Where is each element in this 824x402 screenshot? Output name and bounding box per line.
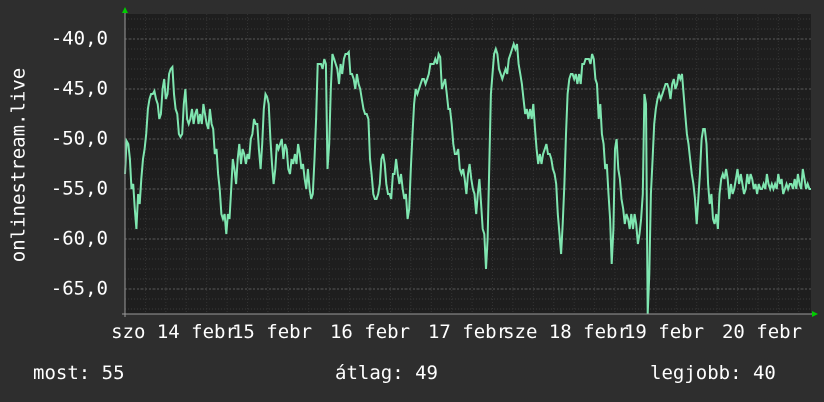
x-tick-label: 19 febr xyxy=(624,321,704,343)
chart: -40,0 -45,0 -50,0 -55,0 -60,0 -65,0 szo 14 fe… xyxy=(8,7,818,343)
x-tick-label: sze 18 febr xyxy=(503,321,629,343)
stat-average: átlag: 49 xyxy=(335,362,438,384)
x-tick-label: 20 febr xyxy=(722,321,802,343)
x-tick-label: 15 febr xyxy=(232,321,312,343)
y-axis-arrow xyxy=(122,7,128,13)
y-axis-label: onlinestream.live xyxy=(8,68,30,262)
x-tick-label: 17 febr xyxy=(428,321,508,343)
y-tick-label: -55,0 xyxy=(51,178,108,200)
x-tick-label: 16 febr xyxy=(330,321,410,343)
stat-current: most: 55 xyxy=(33,362,125,384)
y-tick-label: -60,0 xyxy=(51,228,108,250)
x-tick-label: szo 14 febr xyxy=(111,321,237,343)
y-tick-label: -65,0 xyxy=(51,278,108,300)
x-axis-ticks: szo 14 febr15 febr 16 febr 17 febrsze 18 f… xyxy=(111,321,802,343)
stat-best: legjobb: 40 xyxy=(650,362,776,384)
y-tick-label: -50,0 xyxy=(51,128,108,150)
y-tick-label: -40,0 xyxy=(51,28,108,50)
x-axis-arrow xyxy=(812,311,818,317)
y-tick-label: -45,0 xyxy=(51,78,108,100)
